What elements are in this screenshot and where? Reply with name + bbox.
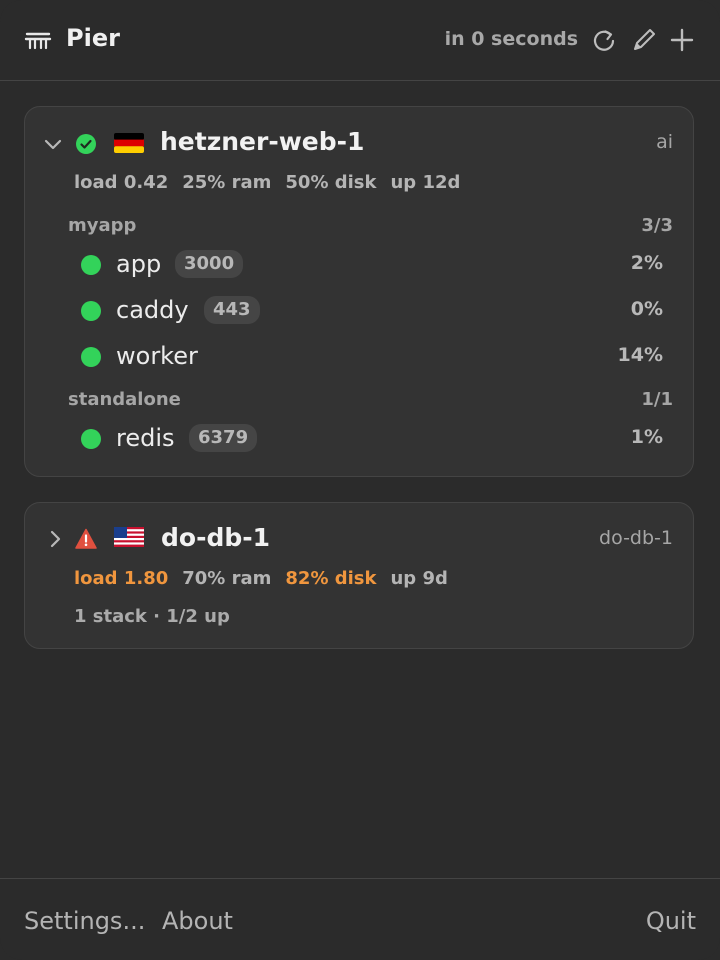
quit-button[interactable]: Quit [646, 907, 696, 935]
server-card-do-db-1: do-db-1 do-db-1 load 1.80 70% ram 82% disk… [24, 502, 694, 649]
load-metric: load 0.42 [74, 172, 169, 193]
app-title: Pier [66, 24, 120, 52]
port-badge: 3000 [175, 250, 244, 278]
service-name: caddy [116, 296, 189, 324]
ram-metric: 25% ram [182, 172, 272, 193]
server-metrics: load 0.42 25% ram 50% disk up 12d [74, 172, 474, 193]
uptime-metric: up 9d [390, 568, 448, 589]
server-card-hetzner-web-1: hetzner-web-1 ai load 0.42 25% ram 50% dis… [24, 106, 694, 477]
germany-flag-icon [114, 133, 144, 153]
status-dot [81, 429, 101, 449]
pencil-icon[interactable] [630, 26, 658, 54]
cpu-usage: 1% [630, 426, 663, 448]
ram-metric: 70% ram [182, 568, 272, 589]
server-name[interactable]: hetzner-web-1 [160, 127, 364, 156]
us-flag-icon [114, 527, 144, 547]
cpu-usage: 14% [617, 344, 663, 366]
service-row-caddy[interactable]: caddy 443 0% [81, 293, 663, 329]
check-circle-icon [75, 133, 97, 155]
group-count: 1/1 [641, 389, 673, 410]
about-button[interactable]: About [162, 907, 233, 935]
status-dot [81, 255, 101, 275]
footer: Settings... About Quit [0, 878, 720, 960]
load-metric: load 1.80 [74, 568, 169, 589]
stack-group-standalone: standalone 1/1 [68, 389, 673, 410]
chevron-right-icon[interactable] [45, 529, 65, 549]
add-icon[interactable] [668, 26, 696, 54]
refresh-icon[interactable] [590, 26, 618, 54]
server-name[interactable]: do-db-1 [161, 523, 270, 552]
service-row-worker[interactable]: worker 14% [81, 339, 663, 375]
server-tag: ai [656, 131, 673, 153]
server-tag: do-db-1 [599, 527, 673, 549]
warning-icon [75, 528, 97, 550]
pier-icon [24, 29, 52, 51]
port-badge: 443 [204, 296, 260, 324]
service-name: redis [116, 424, 175, 452]
stack-summary: 1 stack · 1/2 up [74, 606, 230, 627]
refresh-status: in 0 seconds [444, 28, 578, 50]
service-name: worker [116, 342, 198, 370]
server-metrics: load 1.80 70% ram 82% disk up 9d [74, 568, 462, 589]
chevron-down-icon[interactable] [43, 135, 63, 155]
status-dot [81, 301, 101, 321]
service-row-redis[interactable]: redis 6379 1% [81, 421, 663, 457]
group-name: standalone [68, 389, 181, 410]
service-name: app [116, 250, 162, 278]
group-name: myapp [68, 215, 137, 236]
disk-metric: 82% disk [285, 568, 377, 589]
port-badge: 6379 [189, 424, 258, 452]
group-count: 3/3 [641, 215, 673, 236]
cpu-usage: 2% [630, 252, 663, 274]
settings-button[interactable]: Settings... [24, 907, 145, 935]
cpu-usage: 0% [630, 298, 663, 320]
disk-metric: 50% disk [285, 172, 377, 193]
pier-window: Pier in 0 seconds hetzner-web-1 ai load … [0, 0, 720, 960]
header: Pier in 0 seconds [0, 0, 720, 81]
uptime-metric: up 12d [390, 172, 461, 193]
status-dot [81, 347, 101, 367]
stack-group-myapp: myapp 3/3 [68, 215, 673, 236]
service-row-app[interactable]: app 3000 2% [81, 247, 663, 283]
